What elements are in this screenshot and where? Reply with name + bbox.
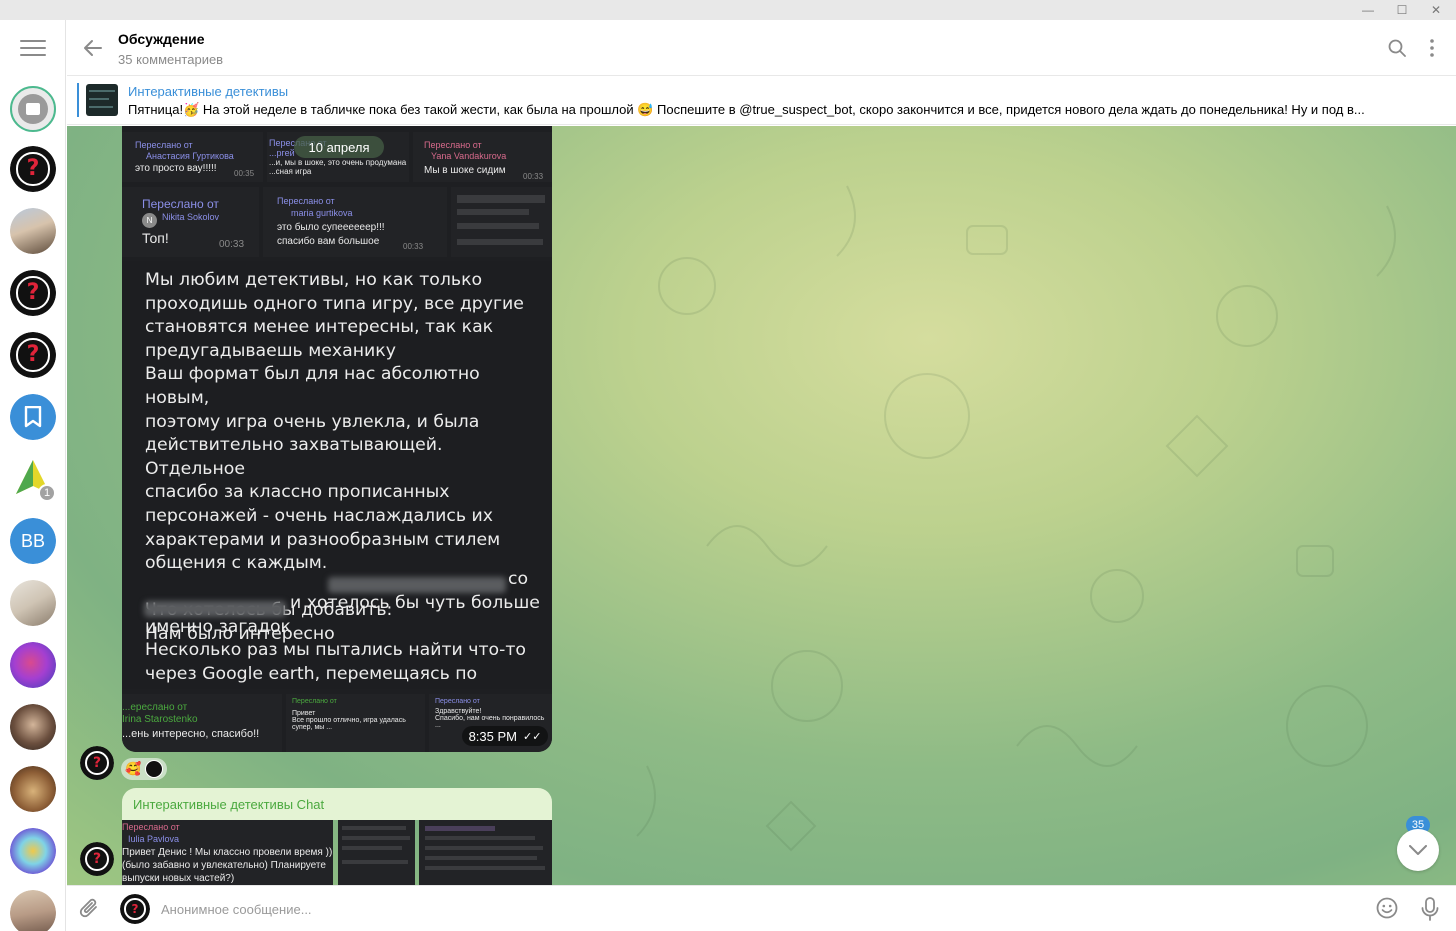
chat-avatar-user-photo-6[interactable]	[10, 828, 56, 874]
message-time: 8:35 PM ✓✓	[462, 726, 548, 746]
unread-badge: 1	[38, 484, 56, 502]
double-check-icon: ✓✓	[522, 730, 542, 743]
chat-avatar-user-photo[interactable]	[10, 208, 56, 254]
chat-avatar-detectives-2[interactable]: ?	[10, 270, 56, 316]
chat-avatar-detectives[interactable]: ?	[10, 146, 56, 192]
reactor-avatar	[145, 760, 164, 778]
reaction-chip[interactable]: 🥰	[121, 758, 167, 780]
hamburger-menu-icon[interactable]	[20, 40, 46, 60]
origin-channel-name: Интерактивные детективы	[128, 84, 289, 99]
search-icon[interactable]	[1386, 37, 1408, 59]
emoji-icon[interactable]	[1376, 897, 1400, 921]
post-thumbnail	[86, 84, 118, 116]
chat-avatar-user-photo-3[interactable]	[10, 642, 56, 688]
forwarded-tile[interactable]	[338, 820, 415, 885]
chat-avatar-detectives-3[interactable]: ?	[10, 332, 56, 378]
chat-avatar-user-photo-7[interactable]	[10, 890, 56, 931]
scroll-down-button[interactable]	[1397, 829, 1439, 871]
forwarded-tile[interactable]: Переслано от maria gurtikova это было су…	[263, 187, 447, 257]
sender-avatar[interactable]: ?	[80, 746, 114, 780]
back-arrow-icon[interactable]	[81, 36, 105, 60]
saved-messages-avatar[interactable]	[10, 394, 56, 440]
comment-count: 35 комментариев	[118, 52, 224, 67]
chevron-down-icon	[1409, 845, 1427, 855]
avatar: N	[142, 213, 157, 228]
blurred-text	[328, 577, 506, 593]
forwarded-album-2[interactable]: Интерактивные детективы Chat Переслано о…	[122, 788, 552, 885]
forwarded-tile[interactable]	[451, 187, 552, 257]
chat-area: Переслано от Анастасия Гуртикова это про…	[67, 126, 1456, 885]
message-input[interactable]	[161, 898, 1341, 920]
chat-avatar-initials[interactable]: BB	[10, 518, 56, 564]
forwarded-tile[interactable]: Переслано от Привет Все прошло отлично, …	[286, 694, 425, 752]
origin-post-text: Пятница!🥳 На этой неделе в табличке пока…	[128, 102, 1365, 117]
review-text-continued: и хотелось бы чуть больше именно загадок…	[145, 593, 540, 689]
close-icon[interactable]: ✕	[1416, 0, 1456, 20]
forwarded-tile[interactable]: Переслано от Анастасия Гуртикова это про…	[122, 132, 263, 182]
pin-accent-line	[77, 83, 79, 117]
sender-avatar[interactable]: ?	[80, 842, 114, 876]
more-vertical-icon[interactable]	[1421, 37, 1443, 59]
chat-avatar-user-photo-2[interactable]	[10, 580, 56, 626]
chat-sidebar: ? ? ? 1 BB	[0, 20, 66, 931]
page-title: Обсуждение	[118, 31, 205, 47]
forwarded-tile[interactable]	[419, 820, 552, 885]
chat-header: Обсуждение 35 комментариев	[67, 20, 1456, 76]
archive-folder-avatar[interactable]	[10, 86, 56, 132]
origin-post-bar[interactable]: Интерактивные детективы Пятница!🥳 На это…	[67, 77, 1456, 125]
review-screenshot[interactable]: Мы любим детективы, но как только проход…	[122, 261, 552, 689]
chat-avatar-user-photo-5[interactable]	[10, 766, 56, 812]
forwarded-tile[interactable]: ...ереслано от Irina Starostenko ...ень …	[122, 694, 282, 752]
send-as-avatar[interactable]: ?	[120, 894, 150, 924]
date-separator: 10 апреля	[294, 136, 384, 158]
attach-icon[interactable]	[79, 897, 103, 921]
microphone-icon[interactable]	[1421, 897, 1445, 921]
chat-avatar-user-photo-4[interactable]	[10, 704, 56, 750]
window-titlebar: — ☐ ✕	[0, 0, 1456, 20]
bookmark-icon	[10, 394, 56, 440]
archive-icon	[18, 94, 48, 124]
forwarded-tile[interactable]: Переслано от Nikita Sokolov N Топ! 00:33	[122, 187, 259, 257]
forwarded-tile[interactable]: Переслано от Iulia Pavlova Привет Денис …	[122, 820, 333, 885]
review-text-tail: со	[508, 569, 529, 589]
message-composer: ?	[67, 885, 1456, 931]
sender-name[interactable]: Интерактивные детективы Chat	[133, 797, 324, 812]
album-header: Интерактивные детективы Chat	[122, 788, 552, 820]
forwarded-album[interactable]: Переслано от Анастасия Гуртикова это про…	[122, 126, 552, 752]
forwarded-tile[interactable]: Переслано от Yana Vandakurova Мы в шоке …	[413, 132, 552, 182]
